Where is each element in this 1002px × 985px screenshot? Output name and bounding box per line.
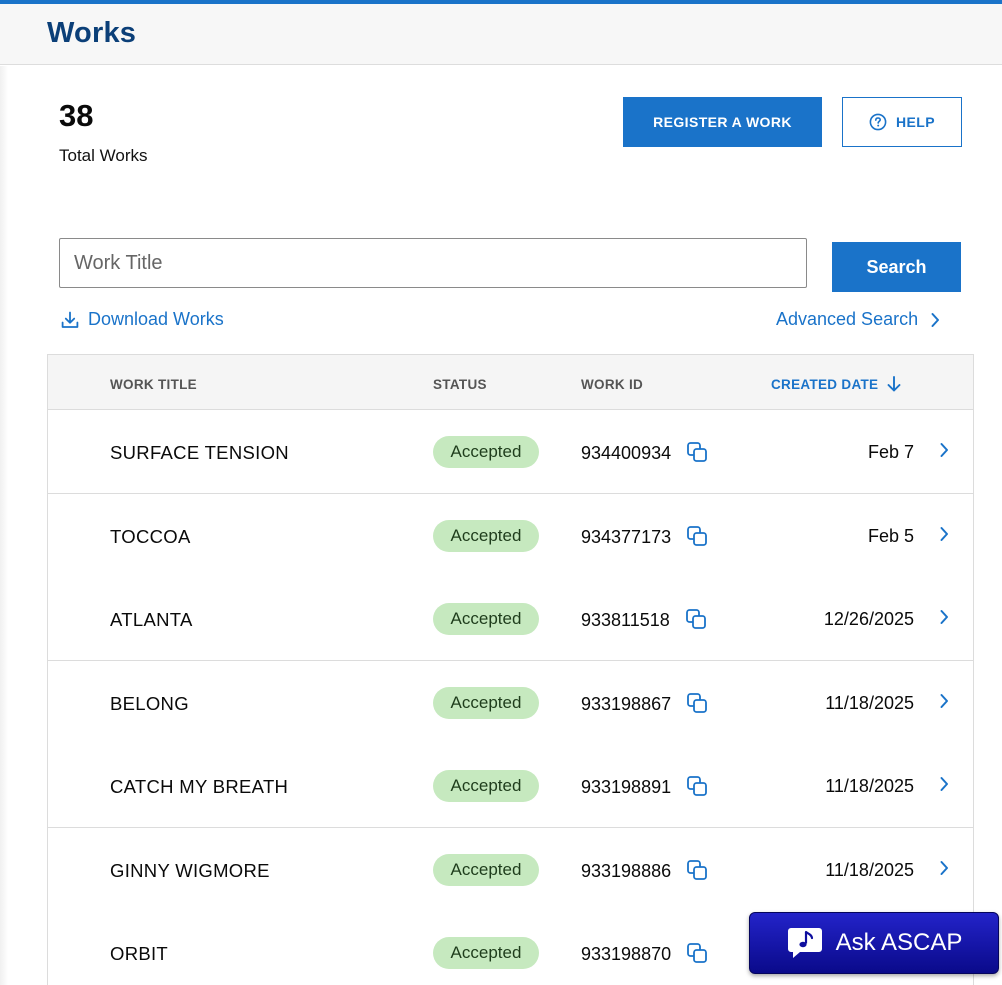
advanced-search-link[interactable]: Advanced Search — [776, 309, 940, 330]
created-date-cell: Feb 7 — [867, 442, 914, 462]
work-id-cell: 933198867 — [581, 693, 709, 715]
register-work-button[interactable]: REGISTER A WORK — [623, 97, 822, 147]
work-id-value: 933198867 — [581, 693, 672, 714]
help-button[interactable]: HELP — [842, 97, 962, 147]
copy-icon[interactable] — [685, 691, 709, 715]
work-id-value: 934377173 — [581, 526, 672, 547]
created-date-cell: 11/18/2025 — [825, 860, 914, 880]
help-button-label: HELP — [896, 114, 935, 130]
download-works-link[interactable]: Download Works — [60, 309, 224, 330]
created-date-cell: 12/26/2025 — [823, 609, 914, 629]
table-row[interactable]: GINNY WIGMORE Accepted 933198886 11/18/2… — [48, 828, 973, 912]
copy-icon[interactable] — [684, 607, 708, 631]
question-circle-icon — [869, 113, 887, 131]
chevron-right-icon[interactable] — [939, 860, 949, 876]
work-id-cell: 933811518 — [581, 609, 708, 631]
table-row[interactable]: BELONG Accepted 933198867 11/18/2025 — [48, 661, 973, 745]
work-title-cell: GINNY WIGMORE — [110, 860, 270, 881]
work-id-value: 933198870 — [581, 943, 672, 964]
work-id-cell: 933198870 — [581, 943, 709, 965]
work-title-cell: ORBIT — [110, 943, 169, 964]
created-date-cell: 11/18/2025 — [825, 776, 914, 796]
work-id-cell: 934377173 — [581, 526, 709, 548]
work-title-cell: CATCH MY BREATH — [110, 776, 289, 797]
copy-icon[interactable] — [685, 858, 709, 882]
column-header-work-title[interactable]: WORK TITLE — [110, 377, 197, 392]
status-badge: Accepted — [433, 770, 539, 802]
table-row[interactable]: CATCH MY BREATH Accepted 933198891 11/18… — [48, 744, 973, 828]
chevron-right-icon[interactable] — [939, 442, 949, 458]
column-header-created-date[interactable]: CREATED DATE — [771, 375, 902, 393]
work-id-value: 934400934 — [581, 442, 672, 463]
status-badge: Accepted — [433, 436, 539, 468]
download-works-label: Download Works — [88, 309, 224, 329]
work-id-cell: 933198891 — [581, 776, 709, 798]
page-header: Works — [0, 4, 1002, 65]
table-row[interactable]: SURFACE TENSION Accepted 934400934 Feb 7 — [48, 410, 973, 494]
page-title: Works — [47, 17, 137, 49]
column-header-work-id[interactable]: WORK ID — [581, 377, 643, 392]
music-note-chat-icon — [786, 925, 824, 961]
copy-icon[interactable] — [685, 774, 709, 798]
work-title-cell: TOCCOA — [110, 526, 191, 547]
copy-icon[interactable] — [685, 440, 709, 464]
table-header: WORK TITLE STATUS WORK ID CREATED DATE — [48, 355, 973, 410]
ask-ascap-chat-button[interactable]: Ask ASCAP — [749, 912, 999, 974]
work-id-cell: 934400934 — [581, 442, 709, 464]
table-row[interactable]: ATLANTA Accepted 933811518 12/26/2025 — [48, 577, 973, 661]
total-works-label: Total Works — [59, 146, 148, 165]
column-header-status[interactable]: STATUS — [433, 377, 487, 392]
works-table: WORK TITLE STATUS WORK ID CREATED DATE S… — [47, 354, 974, 985]
table-row[interactable]: TOCCOA Accepted 934377173 Feb 5 — [48, 494, 973, 578]
created-date-cell: Feb 5 — [867, 526, 914, 546]
status-badge: Accepted — [433, 937, 539, 969]
work-title-cell: ATLANTA — [110, 609, 193, 630]
advanced-search-label: Advanced Search — [776, 309, 919, 329]
search-button[interactable]: Search — [832, 242, 961, 292]
status-badge: Accepted — [433, 520, 539, 552]
chevron-right-icon[interactable] — [939, 526, 949, 542]
work-id-value: 933198886 — [581, 860, 672, 881]
total-works-count: 38 — [59, 98, 94, 133]
work-title-search-input[interactable] — [59, 238, 807, 288]
arrow-down-icon — [886, 375, 902, 393]
created-date-header-label: CREATED DATE — [771, 376, 879, 392]
status-badge: Accepted — [433, 603, 539, 635]
ask-ascap-label: Ask ASCAP — [835, 929, 963, 956]
work-id-value: 933198891 — [581, 776, 672, 797]
download-icon — [60, 310, 80, 330]
status-badge: Accepted — [433, 687, 539, 719]
chevron-right-icon[interactable] — [939, 776, 949, 792]
chevron-right-icon[interactable] — [939, 693, 949, 709]
chevron-right-icon — [930, 312, 940, 328]
copy-icon[interactable] — [685, 941, 709, 965]
work-id-value: 933811518 — [581, 609, 670, 630]
work-title-cell: BELONG — [110, 693, 189, 714]
left-edge-shadow — [0, 66, 8, 985]
chevron-right-icon[interactable] — [939, 609, 949, 625]
work-id-cell: 933198886 — [581, 860, 709, 882]
copy-icon[interactable] — [685, 524, 709, 548]
work-title-cell: SURFACE TENSION — [110, 442, 289, 463]
status-badge: Accepted — [433, 854, 539, 886]
created-date-cell: 11/18/2025 — [825, 693, 914, 713]
